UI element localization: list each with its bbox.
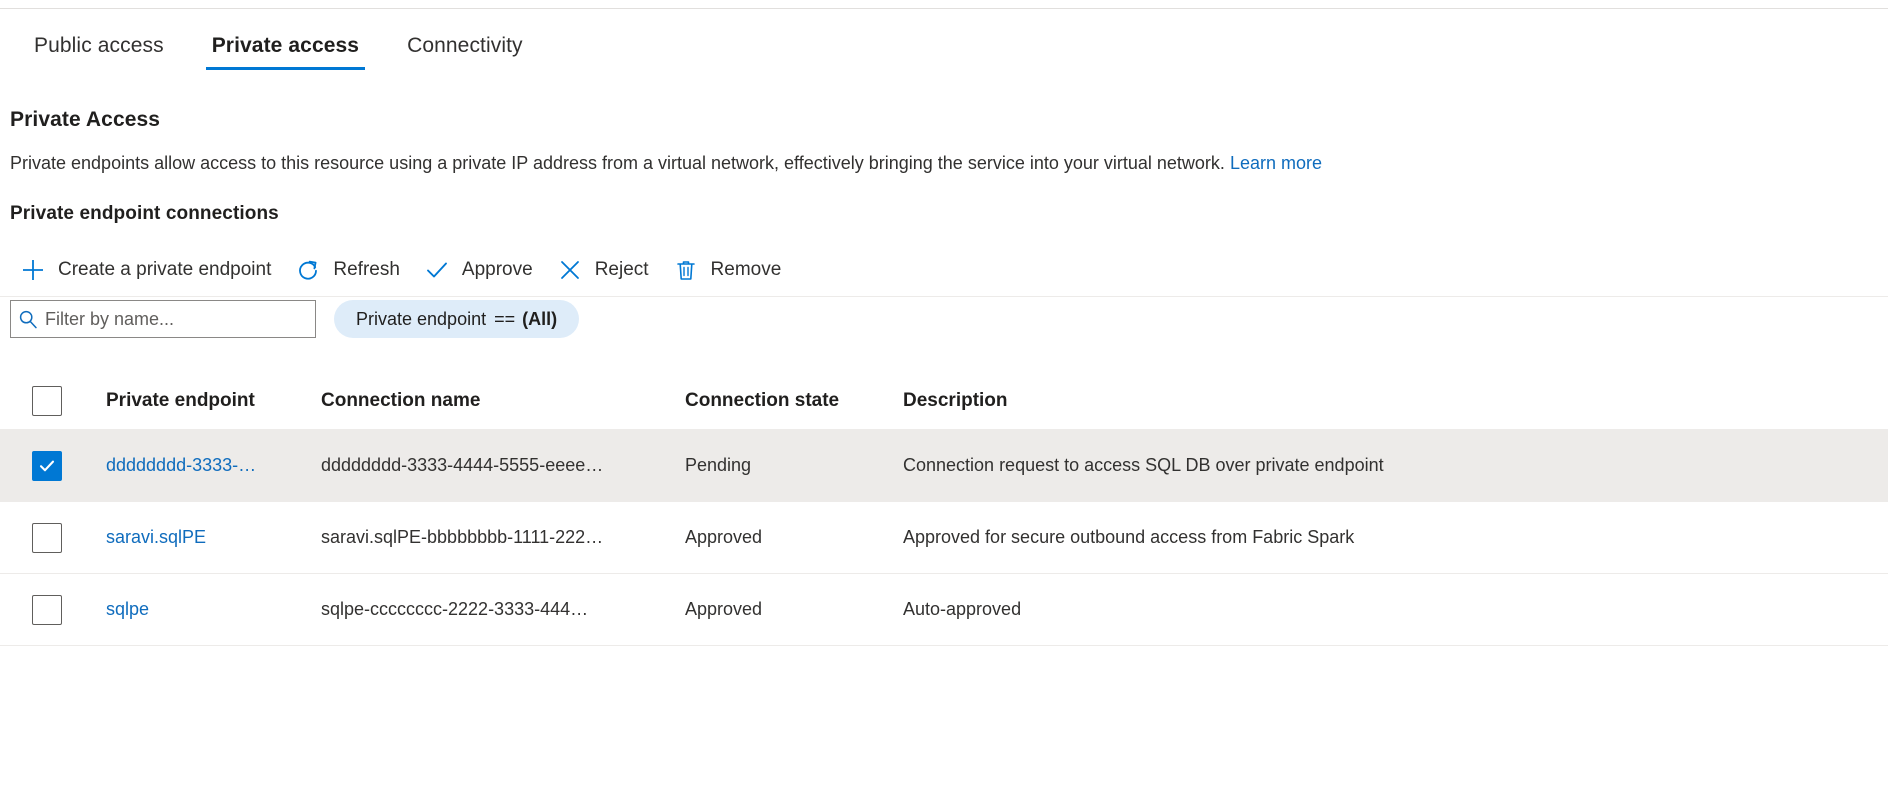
remove-label: Remove	[710, 259, 782, 280]
cell-connection-state: Pending	[685, 455, 752, 475]
search-icon	[11, 308, 45, 330]
refresh-label: Refresh	[333, 259, 400, 280]
page-title: Private Access	[10, 108, 161, 131]
approve-button[interactable]: Approve	[414, 248, 547, 292]
trash-icon	[671, 255, 701, 285]
search-input[interactable]	[45, 308, 315, 330]
refresh-icon	[293, 255, 323, 285]
cell-private-endpoint[interactable]: saravi.sqlPE	[106, 527, 321, 548]
column-header-connection-name[interactable]: Connection name	[321, 390, 685, 412]
tab-private-access[interactable]: Private access	[188, 26, 383, 74]
cell-connection-name: saravi.sqlPE-bbbbbbbb-1111-222…	[321, 527, 604, 547]
create-private-endpoint-label: Create a private endpoint	[58, 259, 272, 280]
column-header-private-endpoint[interactable]: Private endpoint	[106, 390, 321, 412]
top-divider	[0, 8, 1888, 9]
cell-description: Auto-approved	[903, 599, 1022, 619]
filter-pill-private-endpoint[interactable]: Private endpoint == (All)	[334, 300, 580, 338]
table-header-row: Private endpoint Connection name Connect…	[0, 372, 1888, 430]
plus-icon	[18, 255, 48, 285]
section-description-text: Private endpoints allow access to this r…	[10, 153, 1225, 173]
select-all-cell	[0, 385, 106, 416]
cross-icon	[555, 255, 585, 285]
cell-connection-name: dddddddd-3333-4444-5555-eeee…	[321, 455, 604, 475]
row-checkbox[interactable]	[32, 594, 62, 625]
row-checkbox[interactable]	[32, 450, 62, 481]
row-select-cell	[0, 450, 106, 481]
remove-button[interactable]: Remove	[663, 248, 796, 292]
filter-pill-value: (All)	[522, 308, 558, 329]
tab-strip: Public access Private access Connectivit…	[0, 26, 547, 82]
column-header-description[interactable]: Description	[903, 390, 1888, 412]
tab-connectivity[interactable]: Connectivity	[383, 26, 547, 74]
filter-pill-field: Private endpoint	[356, 308, 487, 329]
learn-more-link[interactable]: Learn more	[1230, 153, 1322, 173]
table-row[interactable]: dddddddd-3333-… dddddddd-3333-4444-5555-…	[0, 430, 1888, 502]
commandbar-divider	[0, 296, 1888, 297]
subsection-title: Private endpoint connections	[10, 203, 279, 224]
refresh-button[interactable]: Refresh	[285, 248, 414, 292]
cell-connection-name: sqlpe-cccccccc-2222-3333-444…	[321, 599, 589, 619]
section-description: Private endpoints allow access to this r…	[10, 150, 1888, 176]
row-select-cell	[0, 522, 106, 553]
row-checkbox[interactable]	[32, 522, 62, 553]
cell-private-endpoint[interactable]: dddddddd-3333-…	[106, 455, 321, 476]
table-row[interactable]: sqlpe sqlpe-cccccccc-2222-3333-444… Appr…	[0, 574, 1888, 646]
column-header-connection-state[interactable]: Connection state	[685, 390, 903, 412]
command-bar: Create a private endpoint Refresh Approv…	[10, 248, 795, 292]
cell-description: Connection request to access SQL DB over…	[903, 455, 1384, 475]
cell-connection-state: Approved	[685, 527, 763, 547]
cell-connection-state: Approved	[685, 599, 763, 619]
row-select-cell	[0, 594, 106, 625]
reject-button[interactable]: Reject	[547, 248, 663, 292]
cell-private-endpoint[interactable]: sqlpe	[106, 599, 321, 620]
cell-description: Approved for secure outbound access from…	[903, 527, 1355, 547]
reject-label: Reject	[594, 259, 649, 280]
create-private-endpoint-button[interactable]: Create a private endpoint	[10, 248, 285, 292]
private-endpoint-connections-table: Private endpoint Connection name Connect…	[0, 372, 1888, 646]
checkmark-icon	[422, 255, 452, 285]
select-all-checkbox[interactable]	[32, 385, 62, 416]
filter-pill-operator: ==	[494, 308, 516, 329]
tab-public-access[interactable]: Public access	[10, 26, 188, 74]
search-box[interactable]	[10, 300, 316, 338]
table-row[interactable]: saravi.sqlPE saravi.sqlPE-bbbbbbbb-1111-…	[0, 502, 1888, 574]
approve-label: Approve	[461, 259, 533, 280]
